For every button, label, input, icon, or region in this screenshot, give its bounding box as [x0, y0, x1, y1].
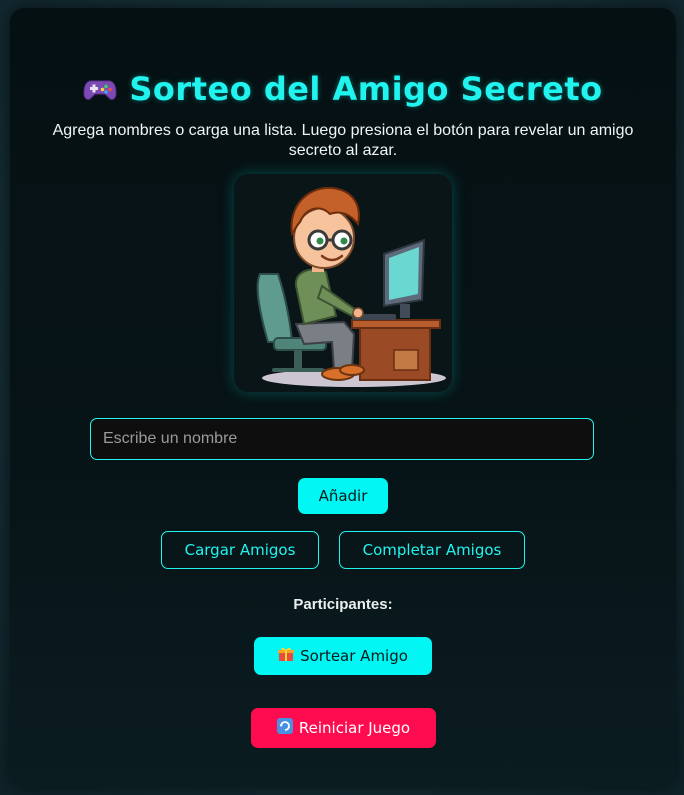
instructions-text: Agrega nombres o carga una lista. Luego … [52, 122, 634, 159]
reset-game-button[interactable]: Reiniciar Juego [251, 708, 436, 748]
page-title: Sorteo del Amigo Secreto [10, 70, 676, 110]
reset-game-label: Reiniciar Juego [298, 719, 411, 737]
participants-heading: Participantes: [293, 596, 393, 613]
refresh-icon [276, 718, 293, 738]
load-friends-label: Cargar Amigos [184, 541, 296, 559]
title-text: Sorteo del Amigo Secreto [129, 70, 603, 108]
main-card: Sorteo del Amigo Secreto Agrega nombres … [10, 8, 676, 788]
load-friends-button[interactable]: Cargar Amigos [161, 531, 319, 569]
gift-icon [278, 646, 295, 666]
add-button[interactable]: Añadir [298, 478, 388, 514]
name-input[interactable] [90, 418, 594, 460]
draw-friend-label: Sortear Amigo [300, 647, 408, 665]
draw-friend-button[interactable]: Sortear Amigo [254, 637, 432, 675]
gamepad-icon [83, 72, 117, 110]
complete-friends-button[interactable]: Completar Amigos [339, 531, 525, 569]
add-button-label: Añadir [318, 487, 368, 505]
avatar-image [234, 174, 452, 392]
complete-friends-label: Completar Amigos [362, 541, 502, 559]
cartoon-boy-at-computer-illustration [256, 186, 446, 387]
